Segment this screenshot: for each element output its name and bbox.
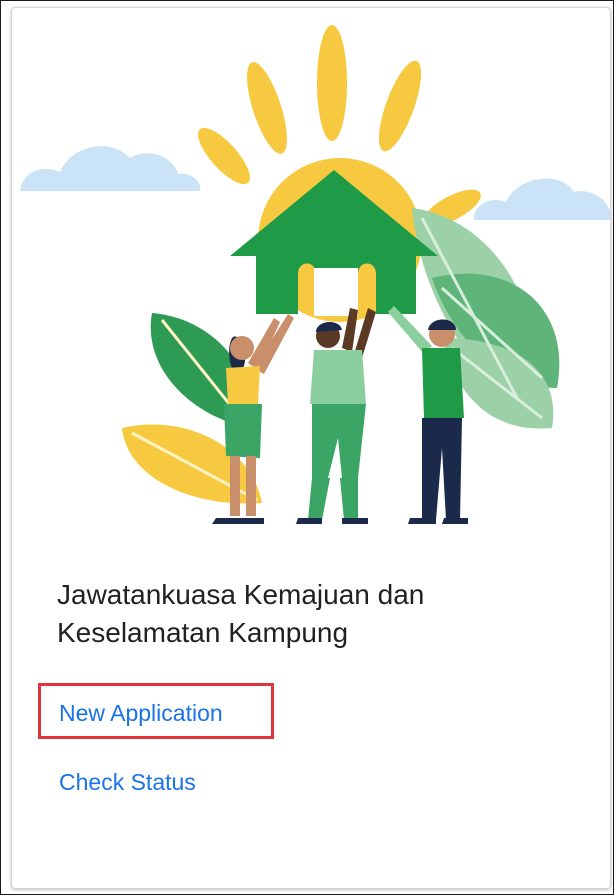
person-middle-icon	[296, 308, 376, 524]
cloud-left-icon	[20, 146, 201, 191]
house-sun-people-illustration	[20, 25, 610, 524]
cloud-right-icon	[474, 178, 610, 220]
new-application-link[interactable]: New Application	[59, 699, 223, 727]
screenshot-frame: Jawatankuasa Kemajuan dan Keselamatan Ka…	[0, 0, 614, 895]
service-card: Jawatankuasa Kemajuan dan Keselamatan Ka…	[11, 7, 611, 889]
house-icon	[230, 170, 438, 316]
check-status-link[interactable]: Check Status	[59, 768, 196, 796]
card-title: Jawatankuasa Kemajuan dan Keselamatan Ka…	[57, 579, 425, 648]
